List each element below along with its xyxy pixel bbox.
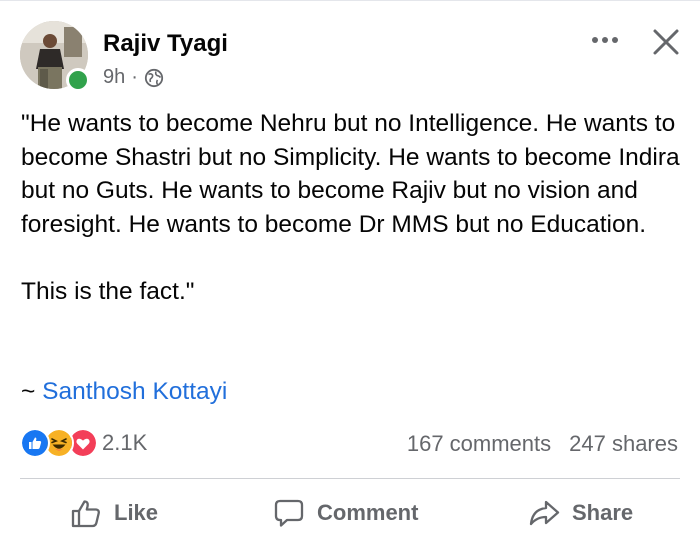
post-paragraph: "He wants to become Nehru but no Intelli… xyxy=(21,110,680,238)
comments-count[interactable]: 167 comments xyxy=(407,431,551,457)
post-meta: 9h · xyxy=(103,66,164,89)
globe-icon[interactable] xyxy=(144,68,164,88)
like-button[interactable]: Like xyxy=(70,493,158,533)
post-time[interactable]: 9h xyxy=(103,66,125,89)
attribution: ~ Santhosh Kottayi xyxy=(21,378,227,406)
post-paragraph: This is the fact." xyxy=(21,277,195,305)
action-divider xyxy=(20,478,680,479)
engagement-stats: 167 comments 247 shares xyxy=(407,431,678,457)
share-button[interactable]: Share xyxy=(528,493,633,533)
reaction-count[interactable]: 2.1K xyxy=(102,430,147,456)
close-icon[interactable] xyxy=(648,24,684,60)
top-divider xyxy=(0,0,700,1)
comment-icon xyxy=(274,499,304,527)
author-avatar[interactable] xyxy=(20,21,90,92)
comment-button[interactable]: Comment xyxy=(273,493,418,533)
thumbs-up-icon xyxy=(71,500,100,528)
share-label: Share xyxy=(572,500,634,525)
like-reaction-icon xyxy=(20,428,50,458)
attribution-prefix: ~ xyxy=(21,378,43,405)
attribution-link[interactable]: Santhosh Kottayi xyxy=(42,378,227,405)
share-icon xyxy=(529,500,560,526)
shares-count[interactable]: 247 shares xyxy=(569,431,678,457)
more-options-icon[interactable] xyxy=(587,30,623,50)
like-label: Like xyxy=(114,500,159,525)
reaction-summary[interactable]: 2.1K xyxy=(20,428,147,458)
comment-label: Comment xyxy=(317,500,419,525)
meta-separator: · xyxy=(131,66,138,88)
post-body: "He wants to become Nehru but no Intelli… xyxy=(21,107,681,308)
author-name[interactable]: Rajiv Tyagi xyxy=(103,30,228,58)
online-status-dot xyxy=(66,68,90,92)
